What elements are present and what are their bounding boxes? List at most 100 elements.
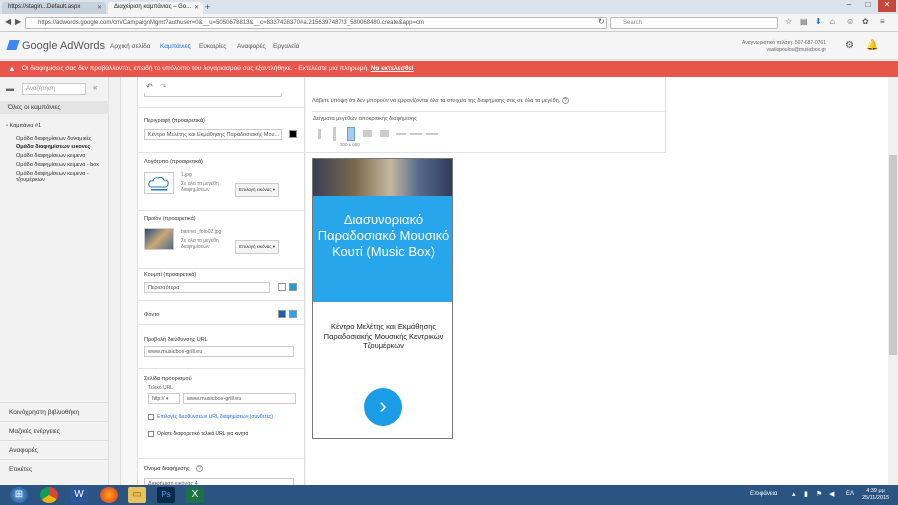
sidebar-bulk-operations[interactable]: Μαζικές ενέργειες xyxy=(0,421,109,440)
bookmarks-icon[interactable]: ▤ xyxy=(800,17,808,26)
protocol-select[interactable]: http:// ▾ xyxy=(148,393,180,404)
start-button-icon[interactable]: ⊞ xyxy=(10,487,28,503)
size-option-skyscraper[interactable] xyxy=(318,129,321,139)
file-explorer-icon[interactable]: ▭ xyxy=(128,487,146,503)
input-language[interactable]: ΕΛ xyxy=(846,491,854,497)
forward-icon[interactable]: ▶ xyxy=(15,17,21,26)
tray-network-icon[interactable]: ▮ xyxy=(804,490,808,498)
chevron-down-icon: ▾ xyxy=(272,244,276,249)
undo-icon[interactable]: ↶ xyxy=(146,82,153,91)
tray-volume-icon[interactable]: ◀ xyxy=(829,490,834,498)
sidebar-reports[interactable]: Αναφορές xyxy=(0,440,109,459)
reload-icon[interactable]: ↻ xyxy=(598,17,605,26)
background-color-swatch-2[interactable] xyxy=(289,310,297,318)
ad-preview[interactable]: Διασυνοριακό Παραδοσιακό Μουσικό Κουτί (… xyxy=(312,158,453,439)
display-url-label: Προβολή διεύθυνσης URL xyxy=(144,337,208,343)
close-tab-icon[interactable]: ✕ xyxy=(97,4,102,11)
chrome-icon[interactable] xyxy=(40,487,58,503)
sidebar-all-campaigns[interactable]: Όλες οι καμπάνιες xyxy=(0,101,109,114)
photoshop-icon[interactable]: Ps xyxy=(157,487,175,503)
size-option-mobile-banner[interactable] xyxy=(426,133,438,135)
nav-tools[interactable]: Εργαλεία xyxy=(273,43,299,50)
button-text-input[interactable]: Περισσότερα xyxy=(144,282,270,293)
product-thumbnail[interactable] xyxy=(144,228,174,250)
sidebar-adgroup-dynamic[interactable]: Ομάδα διαφημίσεων δυναμικές xyxy=(16,136,92,142)
sidebar-adgroup-text-tzoumerka[interactable]: Ομάδα διαφημίσεων κειμενα - τζουμέρκων xyxy=(16,171,106,183)
close-tab-icon[interactable]: ✕ xyxy=(194,4,199,11)
mobile-url-checkbox[interactable] xyxy=(148,431,154,437)
word-icon[interactable]: W xyxy=(70,487,88,503)
size-option-rectangle[interactable] xyxy=(363,130,372,137)
chat-icon[interactable]: ☺ xyxy=(846,17,854,26)
close-window-icon[interactable]: ✕ xyxy=(878,0,896,12)
home-icon[interactable]: ⌂ xyxy=(830,17,835,26)
size-option-wide-skyscraper[interactable] xyxy=(333,127,336,141)
nav-reports[interactable]: Αναφορές xyxy=(237,43,266,50)
notification-bell-icon[interactable]: 🔔 xyxy=(866,40,878,51)
preview-note: Λάβετε υπόψη ότι δεν μπορούν να εμφανίζο… xyxy=(312,97,672,105)
sidebar-adgroup-text-box[interactable]: Ομάδα διαφημίσεων κειμενα - box xyxy=(16,162,99,168)
sidebar-scrollbar[interactable] xyxy=(109,77,121,485)
help-icon[interactable]: ? xyxy=(196,465,203,472)
description-input[interactable]: Κέντρο Μελέτης και Εκμάθησης Παραδοσιακή… xyxy=(144,129,282,140)
address-bar[interactable]: https://adwords.google.com/cm/CampaignMg… xyxy=(25,17,607,29)
back-icon[interactable]: ◀ xyxy=(5,17,11,26)
star-icon[interactable]: ☆ xyxy=(785,17,792,26)
browser-nav-bar: ◀ ▶ https://adwords.google.com/cm/Campai… xyxy=(0,14,898,32)
ad-chevron-right-icon[interactable]: › xyxy=(364,388,402,426)
search-input[interactable]: Search xyxy=(610,17,778,29)
tray-flag-icon[interactable]: ⚑ xyxy=(816,490,822,498)
tab-adwords[interactable]: Διαχείριση καμπάνιας – Go... ✕ xyxy=(108,2,203,14)
logo-choose-image-button[interactable]: Επιλογή εικόνας ▾ xyxy=(235,183,280,197)
tray-chevron-up-icon[interactable]: ▴ xyxy=(792,490,796,498)
firefox-icon[interactable] xyxy=(100,487,118,503)
logo-thumbnail[interactable] xyxy=(144,172,174,194)
menu-icon[interactable]: ≡ xyxy=(880,17,885,26)
taskbar-clock[interactable]: 4:39 μμ 25/11/2015 xyxy=(862,488,889,502)
ad-form-panel: ↶ ↷ Περιγραφή (προαιρετικά) Κέντρο Μελέτ… xyxy=(137,77,306,489)
background-color-swatch-1[interactable] xyxy=(278,310,286,318)
page-scrollbar-thumb[interactable] xyxy=(889,155,897,355)
pay-now-link[interactable]: Να εκτελεσθεί xyxy=(371,65,414,72)
url-options-link[interactable]: Επιλογές διευθύνσεων URL διαφημίσεων (σύ… xyxy=(157,414,273,420)
description-color-swatch[interactable] xyxy=(289,130,297,138)
redo-icon[interactable]: ↷ xyxy=(160,82,167,91)
new-tab-icon[interactable]: + xyxy=(205,2,210,12)
url-options-checkbox[interactable] xyxy=(148,414,154,420)
adwords-logo[interactable]: Google AdWords xyxy=(6,40,105,52)
tab-title: Διαχείριση καμπάνιας – Go... xyxy=(114,4,192,10)
clock-time: 4:39 μμ xyxy=(866,488,885,494)
help-icon[interactable]: ? xyxy=(561,97,569,104)
sidebar-adgroup-text[interactable]: Ομάδα διαφημίσεων κειμενα xyxy=(16,153,85,159)
preview-header xyxy=(306,77,666,153)
tab-staging[interactable]: https://stagin...Default.aspx ✕ xyxy=(2,2,106,14)
account-info[interactable]: Αναγνωριστικό πελάτη: 507-687-0761 vasil… xyxy=(742,40,826,54)
button-color-swatch[interactable] xyxy=(289,283,297,291)
button-text-color-swatch[interactable] xyxy=(278,283,286,291)
desktop-toolbar-label[interactable]: Επιφάνεια xyxy=(750,491,777,497)
nav-home[interactable]: Αρχική σελίδα xyxy=(110,43,151,50)
nav-campaigns[interactable]: Καμπάνιες xyxy=(160,43,191,50)
display-url-input[interactable]: www.musicbox-grill.eu xyxy=(144,346,294,357)
excel-icon[interactable]: X xyxy=(186,487,204,503)
minimize-icon[interactable]: – xyxy=(840,0,858,12)
sidebar-labels[interactable]: Ετικέτες xyxy=(0,459,109,478)
size-option-medium-rectangle[interactable] xyxy=(380,130,389,137)
folder-icon[interactable]: ▬ xyxy=(6,84,14,93)
size-option-banner[interactable] xyxy=(396,133,406,135)
size-option-leaderboard[interactable] xyxy=(410,133,422,135)
sidebar-search-input[interactable]: Αναζήτηση xyxy=(22,83,86,95)
addon-icon[interactable]: ✿ xyxy=(862,17,869,26)
size-option-half-page[interactable] xyxy=(347,127,355,141)
download-icon[interactable]: ⬇ xyxy=(815,17,822,26)
adwords-logo-icon xyxy=(6,40,20,50)
sidebar-adgroup-images[interactable]: Ομάδα διαφημίσεων εικονες xyxy=(16,144,90,150)
sidebar-shared-library[interactable]: Κοινόχρηστη βιβλιοθήκη xyxy=(0,402,109,421)
collapse-sidebar-icon[interactable]: « xyxy=(93,83,97,92)
nav-opportunities[interactable]: Ευκαιρίες xyxy=(199,43,226,50)
sidebar-campaign-1[interactable]: ▫ Καμπάνια #1 xyxy=(6,123,41,129)
settings-gear-icon[interactable]: ⚙ xyxy=(845,40,854,51)
final-url-input[interactable]: www.musicbox-grill.eu xyxy=(183,393,296,404)
product-choose-image-button[interactable]: Επιλογή εικόνας ▾ xyxy=(235,240,280,254)
maximize-icon[interactable]: □ xyxy=(859,0,877,12)
